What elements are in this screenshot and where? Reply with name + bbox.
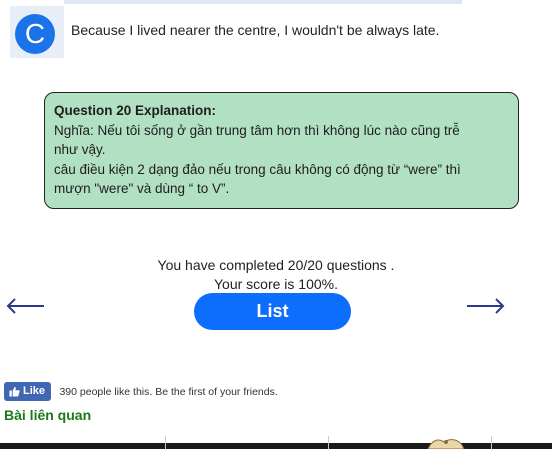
- quiz-result: You have completed 20/20 questions . You…: [0, 256, 552, 294]
- thumbnail-divider: [328, 436, 329, 449]
- option-letter-box: C: [10, 6, 64, 58]
- next-question-button[interactable]: [465, 296, 505, 316]
- arrow-left-icon: [6, 298, 44, 314]
- facebook-like-count: 390 people like this. Be the first of yo…: [59, 385, 278, 398]
- facebook-like-label: Like: [23, 385, 46, 397]
- explanation-line: Nghĩa: Nếu tôi sống ở gần trung tâm hơn …: [54, 122, 460, 138]
- explanation-box: Question 20 Explanation: Nghĩa: Nếu tôi …: [44, 92, 519, 209]
- related-posts-thumbnails: [0, 436, 552, 449]
- completed-text: You have completed 20/20 questions .: [157, 257, 395, 273]
- explanation-line: câu điều kiện 2 dạng đảo nếu trong câu k…: [54, 161, 461, 177]
- explanation-title: Question 20 Explanation:: [54, 103, 217, 118]
- answer-option-c[interactable]: C Because I lived nearer the centre, I w…: [10, 6, 460, 58]
- facebook-like-widget: Like 390 people like this. Be the first …: [4, 382, 278, 402]
- arrow-right-icon: [467, 298, 505, 314]
- previous-option-strip: [64, 0, 462, 4]
- explanation-line: như vậy.: [54, 142, 106, 157]
- thumbs-up-icon: [9, 386, 20, 397]
- thumbnail-illustration: [427, 439, 465, 449]
- previous-question-button[interactable]: [6, 296, 46, 316]
- list-button[interactable]: List: [194, 293, 351, 330]
- thumbnail-divider: [491, 436, 492, 449]
- related-posts-heading: Bài liên quan: [4, 407, 92, 423]
- thumbnail-divider: [165, 436, 166, 449]
- option-letter-badge: C: [15, 14, 55, 54]
- option-text: Because I lived nearer the centre, I wou…: [71, 22, 440, 38]
- facebook-like-button[interactable]: Like: [4, 382, 52, 401]
- explanation-line: mượn "were" và dùng “ to V”.: [54, 181, 230, 196]
- score-text: Your score is 100%.: [214, 276, 338, 292]
